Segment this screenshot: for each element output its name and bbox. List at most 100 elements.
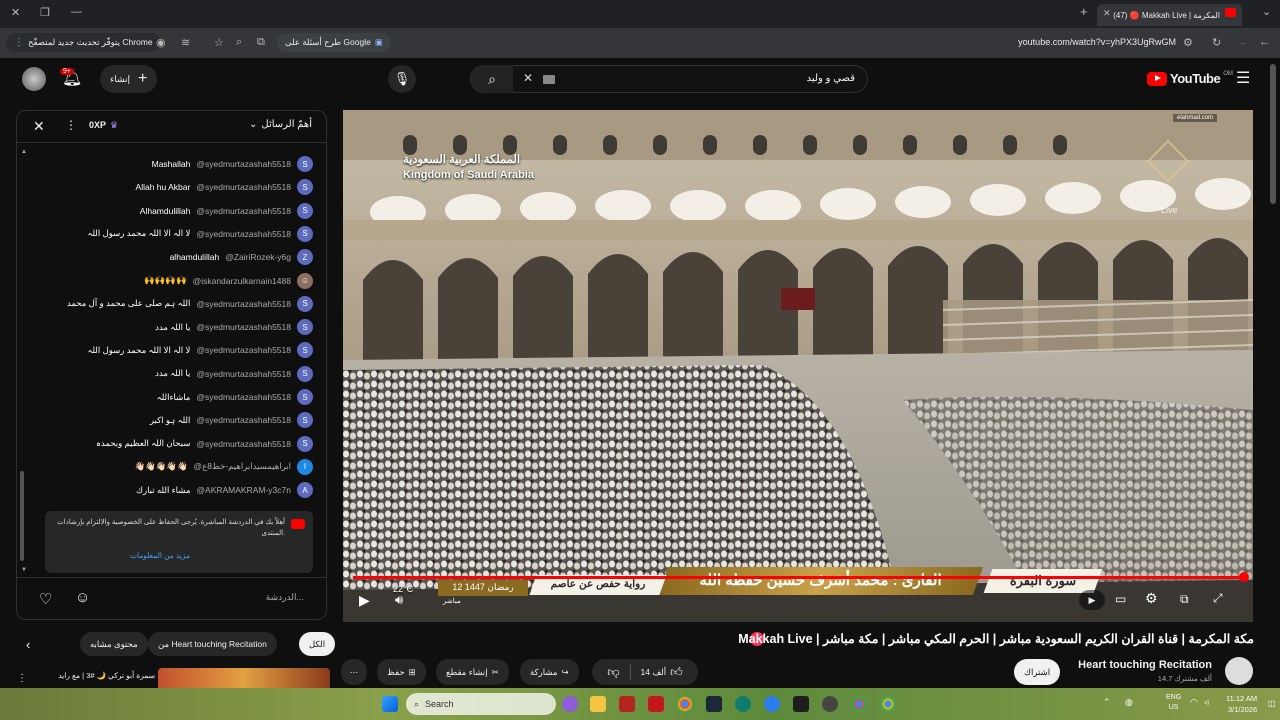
install-app-icon[interactable]: ⧉ <box>257 36 265 49</box>
chat-author-avatar[interactable]: I <box>297 458 313 475</box>
speaker-icon[interactable]: ◃ <box>1204 697 1209 708</box>
chat-author-avatar[interactable]: S <box>297 295 313 312</box>
profile-icon[interactable]: ◉ <box>156 36 166 49</box>
search-button[interactable]: ⌕ <box>471 65 513 93</box>
emoji-icon[interactable]: ☺ <box>75 589 90 606</box>
tray-chevron-icon[interactable]: ⌃ <box>1103 697 1111 708</box>
customize-icon[interactable]: ≋ <box>181 36 190 49</box>
chat-message-author[interactable]: @syedmurtazashah5518 <box>196 415 291 425</box>
scroll-down-icon[interactable]: ▼ <box>21 567 27 573</box>
video-player[interactable]: المملكة العربية السعودية Kingdom of Saud… <box>343 110 1253 622</box>
copilot-icon[interactable] <box>562 696 578 712</box>
app-blue-icon[interactable] <box>764 696 780 712</box>
progress-scrubber[interactable] <box>1239 572 1249 582</box>
subscribe-button[interactable]: اشتراك <box>1014 659 1061 685</box>
chat-author-avatar[interactable]: ☺ <box>297 272 313 289</box>
search-input[interactable]: قصي و وليد <box>807 73 855 84</box>
app-teal-icon[interactable] <box>735 696 751 712</box>
chat-message[interactable]: 👋🏻👋🏻👋🏻👋🏻👋🏻 @ابراهيمسيدابراهيم-خط8ع I <box>135 458 313 476</box>
terminal-icon[interactable] <box>793 696 809 712</box>
scroll-up-icon[interactable]: ▲ <box>21 149 27 155</box>
language-indicator[interactable]: ENG US <box>1166 693 1181 713</box>
file-explorer-icon[interactable] <box>590 696 606 712</box>
chat-author-avatar[interactable]: S <box>297 365 313 382</box>
zoom-icon[interactable]: ⌕ <box>236 36 242 49</box>
channel-name[interactable]: Heart touching Recitation <box>1078 659 1212 671</box>
chat-message[interactable]: اللہ ہم صلی علی محمد و آل محمد @syedmurta… <box>67 295 313 313</box>
chat-message[interactable]: Mashallah @syedmurtazashah5518 S <box>152 155 313 173</box>
update-chrome-chip[interactable]: ⋮ يتوفّر تحديث جديد لمتصفّح Chrome <box>6 33 161 52</box>
wifi-icon[interactable]: ◠ <box>1190 697 1198 708</box>
chat-message[interactable]: مشاء الله تبارك @AKRAMAKRAM-y3c7n A <box>136 481 313 499</box>
chat-message-author[interactable]: @syedmurtazashah5518 <box>196 345 291 355</box>
keyboard-icon[interactable] <box>543 75 555 84</box>
chat-message-author[interactable]: @syedmurtazashah5518 <box>196 322 291 332</box>
restore-window-icon[interactable]: ❐ <box>40 6 50 19</box>
chat-message-author[interactable]: @syedmurtazashah5518 <box>196 392 291 402</box>
chat-author-avatar[interactable]: S <box>297 342 313 359</box>
chat-message-author[interactable]: @iskandarzulkarnain1488 <box>193 276 291 286</box>
progress-bar[interactable] <box>353 576 1246 579</box>
bookmark-star-icon[interactable]: ☆ <box>214 36 224 49</box>
close-window-icon[interactable]: ✕ <box>11 6 20 19</box>
chat-message-author[interactable]: @syedmurtazashah5518 <box>196 182 291 192</box>
chat-author-avatar[interactable]: S <box>297 156 313 172</box>
rec-more-icon[interactable]: ⋮ <box>17 673 27 684</box>
recommended-thumbnail[interactable] <box>158 668 330 688</box>
chat-author-avatar[interactable]: S <box>297 202 313 219</box>
chat-author-avatar[interactable]: Z <box>297 249 313 266</box>
ask-google-chip[interactable]: طرح أسئلة على Google ▣ <box>277 33 391 52</box>
page-scrollbar[interactable] <box>1270 64 1276 204</box>
channel-avatar[interactable] <box>1225 657 1253 685</box>
obs-icon[interactable] <box>822 696 838 712</box>
youtube-logo[interactable]: YouTube OM <box>1147 71 1233 86</box>
heart-icon[interactable]: ♡ <box>39 590 52 608</box>
chat-message[interactable]: اللہ ہو اکبر @syedmurtazashah5518 S <box>150 411 313 429</box>
filter-chip-related[interactable]: محتوى مشابه <box>80 632 148 656</box>
chat-author-avatar[interactable]: S <box>297 225 313 242</box>
chat-author-avatar[interactable]: S <box>297 319 313 336</box>
close-chat-icon[interactable]: ✕ <box>33 118 45 135</box>
subtitles-icon[interactable]: ▭ <box>1115 592 1126 606</box>
chat-message[interactable]: لا الہ الا اللہ محمد رسول اللہ @syedmurta… <box>88 225 313 243</box>
recommended-title[interactable]: سمرة أبو تركي 🌙 #3 | مع رايد <box>40 671 155 680</box>
site-settings-icon[interactable]: ⚙ <box>1183 36 1193 49</box>
pdf-reader-icon[interactable] <box>648 696 664 712</box>
forward-icon[interactable]: → <box>1236 36 1247 48</box>
dislike-icon[interactable]: 👎︎ <box>607 665 619 680</box>
autoplay-toggle[interactable]: ▶ <box>1079 590 1105 610</box>
filter-chip-channel[interactable]: من Heart touching Recitation <box>148 632 277 656</box>
minimize-window-icon[interactable]: — <box>71 6 82 18</box>
chat-author-avatar[interactable]: S <box>297 179 313 196</box>
chat-message[interactable]: Allah hu Akbar @syedmurtazashah5518 S <box>136 178 313 196</box>
tray-app-icon[interactable]: ◍ <box>1125 697 1133 708</box>
chat-message-author[interactable]: @syedmurtazashah5518 <box>196 159 291 169</box>
chat-author-avatar[interactable]: S <box>297 389 313 405</box>
close-tab-icon[interactable]: ✕ <box>1103 8 1111 19</box>
chat-message[interactable]: یا اللہ مدد @syedmurtazashah5518 S <box>155 365 313 383</box>
chat-message-author[interactable]: @syedmurtazashah5518 <box>196 439 291 449</box>
share-button[interactable]: مشاركة ↪ <box>520 659 579 685</box>
clip-button[interactable]: إنشاء مقطع ✂ <box>436 659 509 685</box>
app-red-icon[interactable] <box>619 696 635 712</box>
clock[interactable]: 11:12 AM 3/1/2026 <box>1226 693 1257 715</box>
chat-author-avatar[interactable]: S <box>297 435 313 452</box>
new-tab-icon[interactable]: + <box>1080 4 1088 19</box>
chat-message-author[interactable]: @AKRAMAKRAM-y3c7n <box>196 485 291 495</box>
chat-message-author[interactable]: @syedmurtazashah5518 <box>196 206 291 216</box>
url-text[interactable]: youtube.com/watch?v=yhPX3UgRwGM <box>1018 37 1176 47</box>
chat-author-avatar[interactable]: S <box>297 412 313 429</box>
xp-badge[interactable]: 0XP <box>89 120 106 130</box>
chat-mode-dropdown[interactable]: ⌄ أهمّ الرسائل <box>249 119 312 130</box>
chat-message[interactable]: سبحان اللہ العظیم وبحمدہ @syedmurtazashah… <box>96 435 313 453</box>
chat-input[interactable]: الدردشة... <box>266 592 304 603</box>
chat-message-author[interactable]: @ابراهيمسيدابراهيم-خط8ع <box>194 461 291 472</box>
filter-chip-all[interactable]: الكل <box>299 632 336 656</box>
fullscreen-icon[interactable]: ⤢ <box>1213 591 1223 606</box>
account-avatar[interactable] <box>22 67 46 91</box>
learn-more-link[interactable]: مزيد من المعلومات <box>45 551 275 560</box>
chat-message[interactable]: alhamdulillah @ZairiRozek-y6g Z <box>170 248 313 266</box>
clear-search-icon[interactable]: ✕ <box>523 71 533 85</box>
menu-hamburger-icon[interactable]: ☰ <box>1236 68 1250 88</box>
tab-search-icon[interactable]: ⌄ <box>1262 5 1271 18</box>
